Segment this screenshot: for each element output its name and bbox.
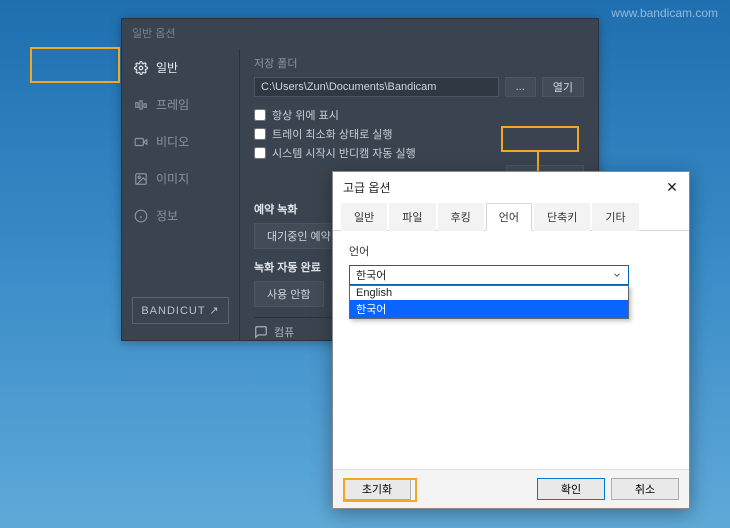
language-combobox[interactable]: 한국어 English 한국어 — [349, 265, 629, 285]
browse-button[interactable]: ... — [505, 77, 536, 97]
computer-label: 컴퓨 — [274, 324, 294, 340]
tab-etc[interactable]: 기타 — [592, 203, 638, 231]
chk-always-on-top[interactable]: 항상 위에 표시 — [254, 107, 584, 123]
scheduled-recording-button[interactable]: 대기중인 예약 — [254, 223, 344, 249]
fps-icon — [134, 98, 148, 112]
combobox-value: 한국어 — [356, 267, 386, 283]
sidebar: 일반 프레임 비디오 이미지 — [122, 49, 240, 340]
watermark: www.bandicam.com — [611, 6, 718, 20]
open-folder-button[interactable]: 열기 — [542, 77, 584, 97]
chk-autostart[interactable]: 시스템 시작시 반디캠 자동 실행 — [254, 145, 584, 161]
language-label: 언어 — [349, 243, 673, 259]
sidebar-item-label: 비디오 — [156, 133, 189, 150]
save-folder-label: 저장 폴더 — [254, 55, 584, 71]
sidebar-item-label: 프레임 — [156, 96, 189, 113]
lang-option-korean[interactable]: 한국어 — [350, 300, 628, 318]
dialog-title: 고급 옵션 — [343, 179, 391, 196]
auto-complete-button[interactable]: 사용 안함 — [254, 281, 324, 307]
combobox-dropdown: English 한국어 — [349, 285, 629, 319]
chevron-down-icon — [610, 268, 624, 282]
tab-hotkey[interactable]: 단축키 — [534, 203, 590, 231]
tab-hooking[interactable]: 후킹 — [438, 203, 484, 231]
arrow-indicator — [537, 151, 539, 173]
bandicut-link[interactable]: BANDICUT ↗ — [132, 297, 229, 324]
chk-tray-minimize[interactable]: 트레이 최소화 상태로 실행 — [254, 126, 584, 142]
sidebar-item-label: 이미지 — [156, 170, 189, 187]
tab-header: 일반 옵션 — [122, 19, 598, 49]
sidebar-item-image[interactable]: 이미지 — [122, 160, 239, 197]
lang-option-english[interactable]: English — [350, 286, 628, 300]
tab-general[interactable]: 일반 — [341, 203, 387, 231]
tab-file[interactable]: 파일 — [389, 203, 435, 231]
sidebar-item-general[interactable]: 일반 — [122, 49, 239, 86]
info-icon — [134, 209, 148, 223]
advanced-options-dialog: 고급 옵션 ✕ 일반 파일 후킹 언어 단축키 기타 언어 한국어 Englis… — [332, 171, 690, 509]
save-path-input[interactable] — [254, 77, 499, 97]
sidebar-item-about[interactable]: 정보 — [122, 197, 239, 234]
close-icon[interactable]: ✕ — [663, 178, 681, 196]
general-options-header: 일반 옵션 — [132, 28, 176, 40]
video-icon — [134, 135, 148, 149]
reset-button[interactable]: 초기화 — [343, 478, 411, 500]
tab-language[interactable]: 언어 — [486, 203, 532, 231]
sidebar-item-video[interactable]: 비디오 — [122, 123, 239, 160]
image-icon — [134, 172, 148, 186]
sidebar-item-fps[interactable]: 프레임 — [122, 86, 239, 123]
dialog-tabstrip: 일반 파일 후킹 언어 단축키 기타 — [333, 202, 689, 231]
gear-icon — [134, 61, 148, 75]
sidebar-item-label: 정보 — [156, 207, 178, 224]
sidebar-item-label: 일반 — [156, 59, 178, 76]
cancel-button[interactable]: 취소 — [611, 478, 679, 500]
highlight-sidebar-general — [30, 47, 120, 83]
ok-button[interactable]: 확인 — [537, 478, 605, 500]
chat-icon — [254, 325, 268, 339]
